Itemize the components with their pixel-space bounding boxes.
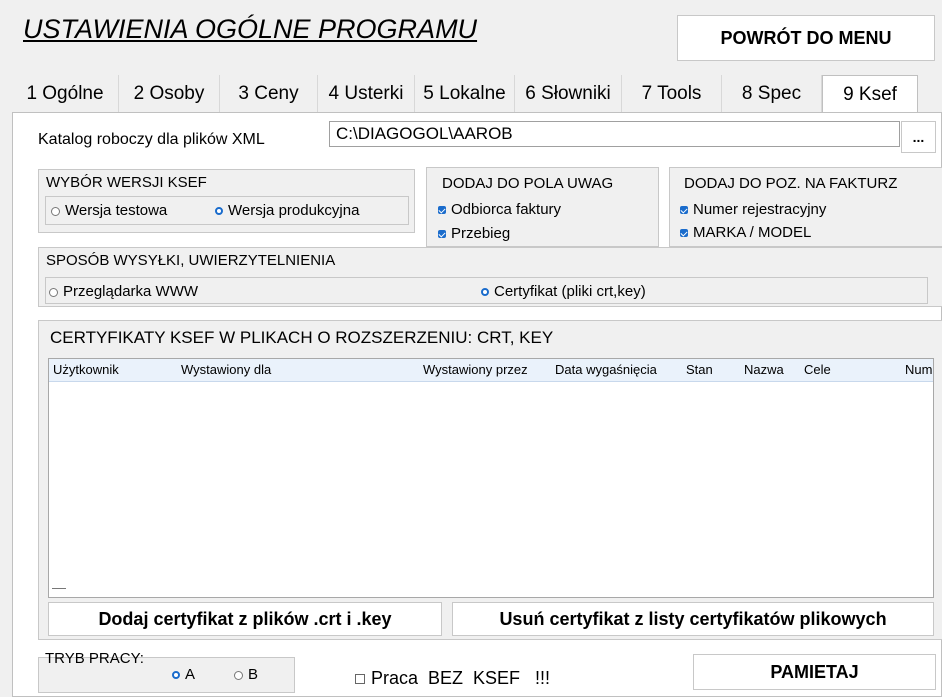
mode-label: TRYB PRACY:	[45, 650, 144, 667]
xml-dir-label: Katalog roboczy dla plików XML	[38, 131, 265, 148]
tab-faults[interactable]: 4 Usterki	[318, 75, 415, 113]
auth-cert-radio[interactable]: Certyfikat (pliki crt,key)	[481, 283, 646, 300]
add-certificate-button[interactable]: Dodaj certyfikat z plików .crt i .key	[48, 602, 442, 636]
browse-button[interactable]: ...	[901, 121, 936, 153]
checkbox-checked-icon	[680, 229, 688, 238]
column-name[interactable]: Nazwa	[744, 362, 784, 377]
auth-group-title: SPOSÓB WYSYŁKI, UWIERZYTELNIENIA	[46, 252, 336, 269]
radio-unselected-icon	[51, 206, 60, 216]
version-test-label: Wersja testowa	[65, 202, 168, 219]
auth-browser-label: Przeglądarka WWW	[63, 283, 199, 300]
column-expiry[interactable]: Data wygaśnięcia	[555, 362, 657, 377]
radio-selected-icon	[172, 671, 180, 680]
invoice-plate-label: Numer rejestracyjny	[693, 201, 827, 218]
xml-dir-input[interactable]: C:\DIAGOGOL\AAROB	[329, 121, 900, 147]
column-state[interactable]: Stan	[686, 362, 713, 377]
page-title: USTAWIENIA OGÓLNE PROGRAMU	[23, 14, 478, 44]
remarks-mileage-label: Przebieg	[451, 225, 511, 242]
column-issued-to[interactable]: Wystawiony dla	[181, 362, 271, 377]
auth-browser-radio[interactable]: Przeglądarka WWW	[49, 283, 198, 300]
mode-a-radio[interactable]: A	[172, 666, 195, 683]
tab-spec[interactable]: 8 Spec	[722, 75, 822, 113]
version-prod-label: Wersja produkcyjna	[228, 202, 360, 219]
column-purposes[interactable]: Cele	[804, 362, 831, 377]
invoice-model-checkbox[interactable]: MARKA / MODEL	[680, 224, 811, 241]
mode-b-label: B	[248, 666, 259, 683]
invoice-plate-checkbox[interactable]: Numer rejestracyjny	[680, 201, 826, 218]
tab-dictionaries[interactable]: 6 Słowniki	[515, 75, 622, 113]
tab-general[interactable]: 1 Ogólne	[12, 75, 119, 113]
tab-persons[interactable]: 2 Osoby	[119, 75, 220, 113]
remarks-mileage-checkbox[interactable]: Przebieg	[438, 225, 510, 242]
mode-b-radio[interactable]: B	[234, 666, 258, 683]
column-user[interactable]: Użytkownik	[53, 362, 119, 377]
column-number[interactable]: Num	[905, 362, 932, 377]
checkbox-checked-icon	[680, 206, 688, 215]
no-ksef-checkbox[interactable]: Praca BEZ KSEF !!!	[355, 668, 550, 689]
certs-group-title: CERTYFIKATY KSEF W PLIKACH O ROZSZERZENI…	[50, 328, 554, 347]
radio-unselected-icon	[234, 670, 243, 680]
remove-certificate-button[interactable]: Usuń certyfikat z listy certyfikatów pli…	[452, 602, 934, 636]
version-group-title: WYBÓR WERSJI KSEF	[46, 174, 207, 191]
version-prod-radio[interactable]: Wersja produkcyjna	[215, 202, 359, 219]
remarks-recipient-label: Odbiorca faktury	[451, 201, 562, 218]
mode-a-label: A	[185, 666, 196, 683]
radio-selected-icon	[215, 207, 223, 216]
radio-selected-icon	[481, 288, 489, 297]
save-button[interactable]: PAMIETAJ	[693, 654, 936, 690]
checkbox-checked-icon	[438, 206, 446, 215]
horizontal-scrollbar[interactable]	[52, 588, 66, 589]
certs-table-header: Użytkownik Wystawiony dla Wystawiony prz…	[49, 359, 933, 382]
radio-unselected-icon	[49, 287, 58, 297]
tab-ksef[interactable]: 9 Ksef	[822, 75, 918, 113]
remarks-recipient-checkbox[interactable]: Odbiorca faktury	[438, 201, 561, 218]
remarks-group-title: DODAJ DO POLA UWAG	[442, 175, 614, 192]
tab-local[interactable]: 5 Lokalne	[415, 75, 515, 113]
certs-table[interactable]: Użytkownik Wystawiony dla Wystawiony prz…	[48, 358, 934, 598]
version-test-radio[interactable]: Wersja testowa	[51, 202, 167, 219]
checkbox-unchecked-icon	[355, 674, 365, 685]
no-ksef-label: Praca BEZ KSEF !!!	[371, 668, 551, 688]
column-issued-by[interactable]: Wystawiony przez	[423, 362, 528, 377]
tab-prices[interactable]: 3 Ceny	[220, 75, 318, 113]
tab-tools[interactable]: 7 Tools	[622, 75, 722, 113]
invoice-model-label: MARKA / MODEL	[693, 224, 812, 241]
auth-cert-label: Certyfikat (pliki crt,key)	[494, 283, 646, 300]
tab-bar: 1 Ogólne 2 Osoby 3 Ceny 4 Usterki 5 Loka…	[12, 75, 918, 113]
back-to-menu-button[interactable]: POWRÓT DO MENU	[677, 15, 935, 61]
checkbox-checked-icon	[438, 230, 446, 239]
invoice-group-title: DODAJ DO POZ. NA FAKTURZ	[684, 175, 898, 192]
